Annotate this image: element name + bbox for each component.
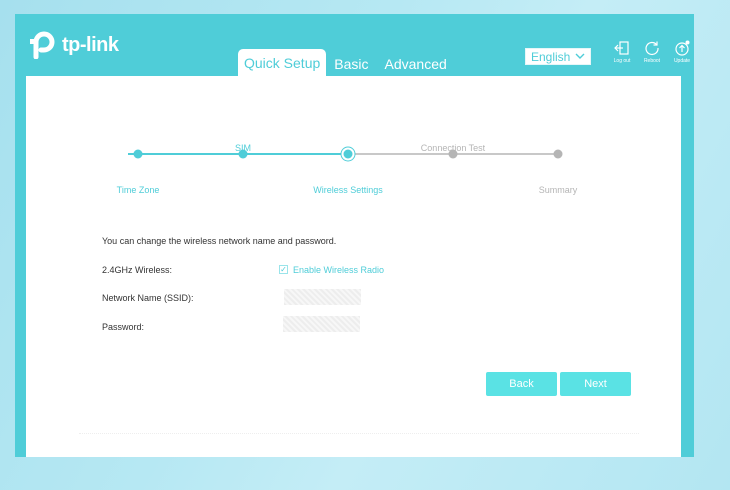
tp-link-logo-icon (30, 31, 55, 59)
step-dot-summary (553, 149, 563, 159)
logout-label: Log out (613, 58, 631, 64)
reboot-icon (645, 41, 659, 56)
step-label-summary: Summary (538, 185, 578, 195)
step-label-connection-test: Connection Test (420, 143, 486, 153)
enable-wireless-checkbox[interactable]: ✓ (279, 265, 288, 274)
brand-name: tp-link (62, 33, 119, 56)
password-label: Password: (102, 322, 145, 332)
ssid-label: Network Name (SSID): (102, 293, 194, 303)
router-admin-window: tp-link Quick Setup Basic Advanced Engli… (15, 14, 694, 457)
step-label-time-zone: Time Zone (116, 185, 160, 195)
update-button[interactable]: Update (671, 40, 693, 64)
tab-advanced[interactable]: Advanced (377, 51, 455, 77)
next-button[interactable]: Next (560, 372, 631, 396)
tab-basic[interactable]: Basic (326, 51, 376, 77)
reboot-button[interactable]: Reboot (641, 40, 663, 64)
back-button[interactable]: Back (486, 372, 557, 396)
footer-divider (79, 433, 639, 434)
update-icon (675, 40, 690, 56)
language-select[interactable]: English (525, 48, 591, 65)
step-dot-time-zone (133, 149, 143, 159)
step-dot-wireless-settings (343, 149, 353, 159)
chevron-down-icon (575, 53, 585, 59)
step-label-sim: SIM (234, 143, 252, 153)
main-nav-tabs: Quick Setup Basic Advanced (238, 49, 455, 77)
ssid-input[interactable] (284, 289, 361, 305)
reboot-label: Reboot (643, 58, 661, 64)
form-intro-text: You can change the wireless network name… (102, 236, 337, 246)
enable-wireless-label[interactable]: Enable Wireless Radio (293, 265, 384, 275)
wireless-band-label: 2.4GHz Wireless: (102, 265, 173, 275)
header-actions: Log out Reboot Update (611, 40, 693, 64)
step-label-wireless-settings: Wireless Settings (313, 185, 383, 195)
tp-link-logo: tp-link (28, 31, 119, 59)
quick-setup-panel: Time Zone SIM Wireless Settings Connecti… (26, 76, 681, 457)
logout-button[interactable]: Log out (611, 40, 633, 64)
update-label: Update (673, 58, 691, 64)
logout-icon (614, 41, 629, 55)
tab-quick-setup[interactable]: Quick Setup (238, 49, 327, 77)
password-input[interactable] (283, 316, 360, 332)
progress-line-done (128, 153, 344, 155)
language-value: English (531, 49, 571, 64)
